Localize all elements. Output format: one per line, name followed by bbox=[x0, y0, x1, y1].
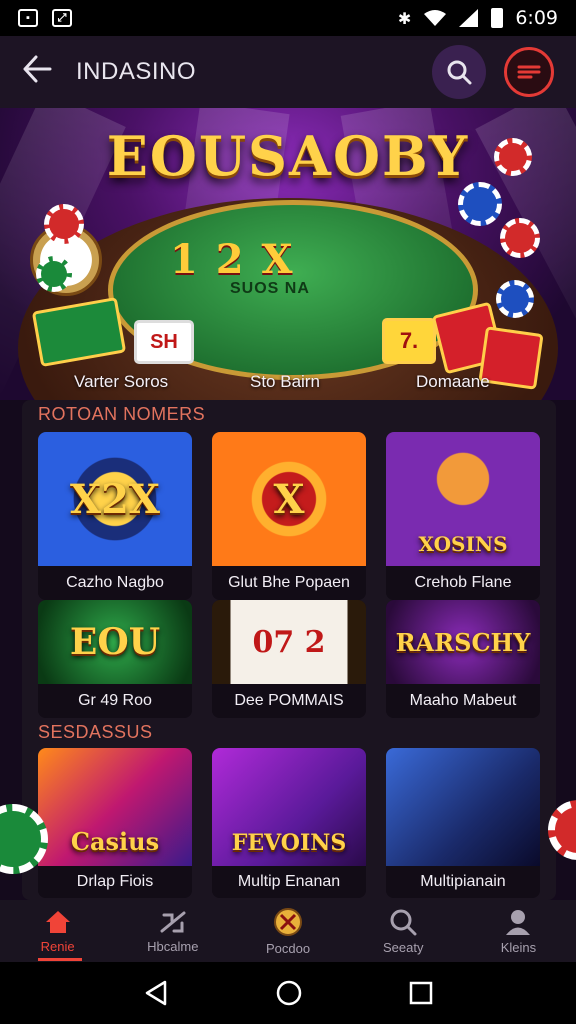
home-icon bbox=[45, 910, 70, 933]
game-tile[interactable]: Casius Drlap Fiois bbox=[38, 748, 192, 898]
bottom-nav: Renie Hbcalme Pocdoo Seeaty Kleins bbox=[0, 900, 576, 962]
back-button[interactable] bbox=[22, 55, 62, 89]
app-bar: INDASINO bbox=[0, 36, 576, 108]
hero-label: Domaane bbox=[416, 372, 490, 391]
game-title: Multip Enanan bbox=[212, 866, 366, 898]
section-title: SESDASSUS bbox=[38, 722, 153, 742]
wifi-icon bbox=[424, 10, 447, 26]
nav-label: Pocdoo bbox=[265, 940, 311, 956]
signal-icon bbox=[459, 9, 479, 27]
game-title: Drlap Fiois bbox=[38, 866, 192, 898]
playing-card: SH bbox=[134, 320, 194, 364]
game-art: RARSCHY bbox=[386, 600, 540, 684]
nav-label: Kleins bbox=[500, 939, 537, 955]
profile-icon bbox=[506, 909, 531, 935]
nav-item-profile[interactable]: Kleins bbox=[461, 900, 576, 962]
nav-item-promotions[interactable]: Hbcalme bbox=[115, 900, 230, 962]
nav-label: Renie bbox=[40, 938, 75, 954]
status-bar: ▪ ⤢ ✱ 6:09 bbox=[0, 0, 576, 36]
nav-label: Hbcalme bbox=[147, 938, 199, 954]
photo-icon: ⤢ bbox=[52, 9, 72, 27]
app-screen: ▪ ⤢ ✱ 6:09 INDASINO SH 7. EOUSAOBY 1 2 X… bbox=[0, 0, 576, 1024]
nav-item-home[interactable]: Renie bbox=[0, 900, 115, 962]
game-art bbox=[386, 748, 540, 866]
game-tile[interactable]: 07 2 Dee POMMAIS bbox=[212, 600, 366, 718]
poker-chip-icon bbox=[496, 280, 534, 318]
poker-chip-icon bbox=[500, 218, 540, 258]
status-time: 6:09 bbox=[515, 7, 558, 29]
table-numbers: 1 2 X bbox=[170, 236, 295, 283]
app-title: INDASINO bbox=[76, 58, 197, 85]
gallery-icon: ▪ bbox=[18, 9, 38, 27]
game-art: Casius bbox=[38, 748, 192, 866]
nav-item-games[interactable]: Pocdoo bbox=[230, 900, 345, 962]
search-icon bbox=[390, 909, 417, 935]
battery-icon bbox=[491, 8, 504, 28]
game-title: Gr 49 Roo bbox=[38, 684, 192, 718]
game-tile[interactable]: X2X Cazho Nagbo bbox=[38, 432, 192, 600]
back-triangle-icon[interactable] bbox=[143, 980, 169, 1006]
search-button[interactable] bbox=[432, 45, 486, 99]
game-tile[interactable]: Multipianain bbox=[386, 748, 540, 898]
poker-chip-icon bbox=[36, 256, 72, 292]
section-title: ROTOAN NOMERS bbox=[38, 404, 206, 424]
poker-chip-icon bbox=[44, 204, 84, 244]
game-art: X2X bbox=[38, 432, 192, 566]
hero-label: Sto Bairn bbox=[250, 372, 320, 391]
system-nav-bar bbox=[0, 962, 576, 1024]
game-tile[interactable]: XOSINS Crehob Flane bbox=[386, 432, 540, 600]
game-art: XOSINS bbox=[386, 432, 540, 566]
vibrate-icon: ✱ bbox=[397, 8, 412, 28]
game-art: X bbox=[212, 432, 366, 566]
menu-icon bbox=[517, 65, 541, 79]
hero-title: EOUSAOBY bbox=[106, 124, 470, 188]
hero-banner[interactable]: SH 7. EOUSAOBY 1 2 X SUOS NA Varter Soro… bbox=[0, 108, 576, 400]
recents-square-icon[interactable] bbox=[409, 981, 433, 1005]
game-tile[interactable]: X Glut Bhe Popaen bbox=[212, 432, 366, 600]
home-circle-icon[interactable] bbox=[275, 979, 303, 1007]
game-tile[interactable]: RARSCHY Maaho Mabeut bbox=[386, 600, 540, 718]
game-art: FEVOINS bbox=[212, 748, 366, 866]
search-icon bbox=[447, 60, 472, 85]
playing-card: 7. bbox=[382, 318, 436, 364]
table-subtitle: SUOS NA bbox=[230, 280, 310, 297]
game-title: Multipianain bbox=[386, 866, 540, 898]
game-tile[interactable]: EOU Gr 49 Roo bbox=[38, 600, 192, 718]
games-icon bbox=[274, 907, 302, 936]
game-art: EOU bbox=[38, 600, 192, 684]
game-title: Cazho Nagbo bbox=[38, 566, 192, 600]
nav-label: Seeaty bbox=[382, 939, 424, 955]
game-art: 07 2 bbox=[212, 600, 366, 684]
game-tile[interactable]: FEVOINS Multip Enanan bbox=[212, 748, 366, 898]
game-title: Glut Bhe Popaen bbox=[212, 566, 366, 600]
game-title: Crehob Flane bbox=[386, 566, 540, 600]
active-tab-indicator bbox=[38, 958, 82, 961]
status-bar-left: ▪ ⤢ bbox=[18, 9, 72, 27]
menu-button[interactable] bbox=[504, 47, 554, 97]
game-title: Maaho Mabeut bbox=[386, 684, 540, 718]
poker-chip-icon bbox=[458, 182, 502, 226]
hero-label: Varter Soros bbox=[74, 372, 169, 391]
status-bar-right: ✱ 6:09 bbox=[398, 7, 558, 29]
nav-item-search[interactable]: Seeaty bbox=[346, 900, 461, 962]
arrow-left-icon bbox=[23, 55, 52, 83]
game-title: Dee POMMAIS bbox=[212, 684, 366, 718]
promotions-icon bbox=[160, 911, 186, 932]
